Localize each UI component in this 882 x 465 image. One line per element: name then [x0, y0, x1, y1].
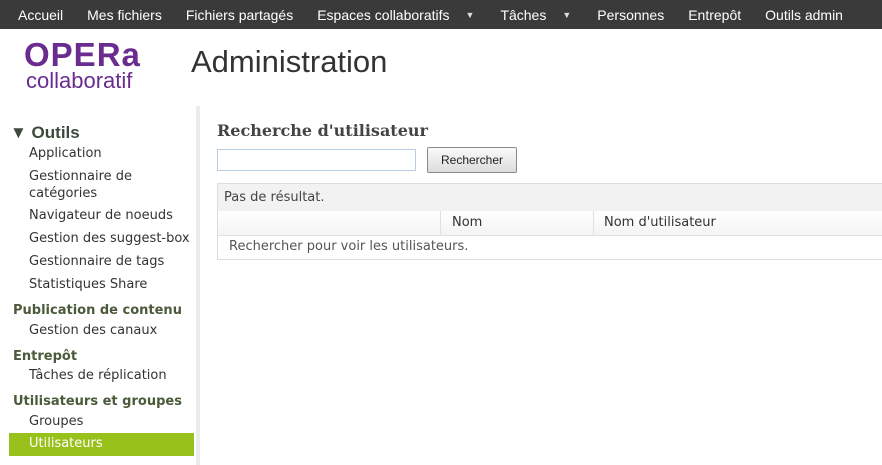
- nav-item-entrepot[interactable]: Entrepôt: [676, 0, 753, 29]
- nav-label: Outils admin: [765, 6, 843, 23]
- top-navigation: Accueil Mes fichiers Fichiers partagés E…: [0, 0, 882, 29]
- results-header: Nom Nom d'utilisateur: [218, 211, 882, 236]
- sidebar-item-tags[interactable]: Gestionnaire de tags: [29, 253, 194, 270]
- column-divider: [440, 211, 441, 235]
- nav-item-personnes[interactable]: Personnes: [585, 0, 676, 29]
- nav-label: Tâches: [500, 6, 547, 23]
- sidebar-item-canaux[interactable]: Gestion des canaux: [29, 322, 194, 339]
- sidebar-item-statistiques[interactable]: Statistiques Share: [29, 276, 194, 293]
- section-title: Recherche d'utilisateur: [217, 121, 428, 140]
- nav-item-accueil[interactable]: Accueil: [6, 0, 75, 29]
- logo[interactable]: OPERa collaboratif: [24, 36, 154, 98]
- caret-down-icon[interactable]: ▼: [466, 1, 475, 29]
- nav-label: Fichiers partagés: [185, 6, 294, 23]
- search-button[interactable]: Rechercher: [427, 147, 517, 173]
- nav-item-outils-admin[interactable]: Outils admin: [753, 0, 855, 29]
- column-header-nom[interactable]: Nom: [452, 211, 592, 235]
- sidebar-item-replication[interactable]: Tâches de réplication: [29, 367, 194, 384]
- column-header-select[interactable]: [224, 211, 439, 235]
- nav-label: Entrepôt: [688, 6, 742, 23]
- results-status: Pas de résultat.: [218, 184, 882, 211]
- nav-label: Espaces collaboratifs: [317, 6, 450, 23]
- nav-label: Mes fichiers: [87, 6, 162, 23]
- sidebar-item-gestionnaire-categories[interactable]: Gestionnaire de catégories: [29, 168, 194, 202]
- sidebar-divider: [196, 106, 200, 465]
- nav-item-mes-fichiers[interactable]: Mes fichiers: [75, 0, 174, 29]
- sidebar-heading[interactable]: ▼ Outils: [10, 123, 80, 143]
- sidebar-item-groupes[interactable]: Groupes: [29, 413, 194, 430]
- logo-subtext: collaboratif: [26, 68, 133, 93]
- results-table: Pas de résultat. Nom Nom d'utilisateur R…: [217, 183, 882, 260]
- sidebar: ▼ Outils Application Gestionnaire de cat…: [0, 106, 196, 465]
- sidebar-item-navigateur-noeuds[interactable]: Navigateur de noeuds: [29, 207, 194, 224]
- results-empty-message: Rechercher pour voir les utilisateurs.: [229, 239, 469, 254]
- column-header-nom-utilisateur[interactable]: Nom d'utilisateur: [604, 211, 864, 235]
- column-divider: [593, 211, 594, 235]
- nav-label: Personnes: [597, 6, 665, 23]
- nav-item-fichiers-partages[interactable]: Fichiers partagés: [174, 0, 305, 29]
- nav-item-espaces-collaboratifs[interactable]: Espaces collaboratifs ▼: [305, 0, 488, 29]
- nav-label: Accueil: [18, 6, 64, 23]
- sidebar-item-application[interactable]: Application: [29, 145, 194, 162]
- sidebar-group-publication: Publication de contenu: [13, 303, 182, 318]
- sidebar-group-entrepot: Entrepôt: [13, 349, 78, 364]
- caret-down-icon[interactable]: ▼: [562, 1, 571, 29]
- sidebar-item-suggest-box[interactable]: Gestion des suggest-box: [29, 230, 194, 247]
- nav-item-taches[interactable]: Tâches ▼: [488, 0, 585, 29]
- page-title: Administration: [191, 44, 388, 79]
- user-search-input[interactable]: [217, 149, 416, 171]
- sidebar-group-utilisateurs: Utilisateurs et groupes: [13, 394, 182, 409]
- sidebar-item-utilisateurs[interactable]: Utilisateurs: [9, 433, 194, 456]
